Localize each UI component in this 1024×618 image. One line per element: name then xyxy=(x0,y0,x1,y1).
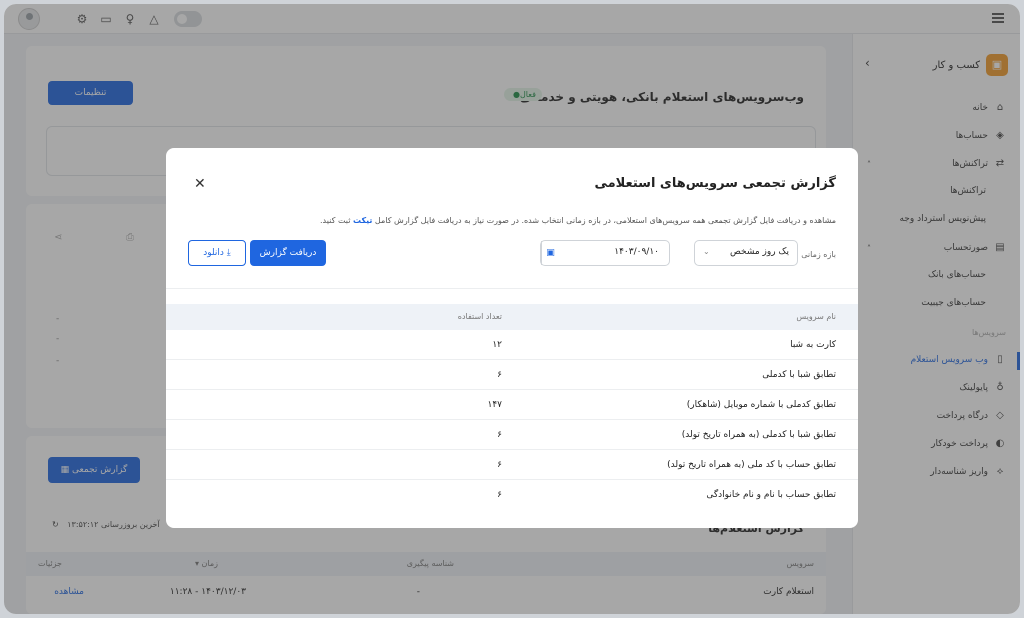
date-input[interactable]: ۱۴۰۳/۰۹/۱۰ ▣ xyxy=(540,240,670,266)
ticket-link[interactable]: تیکت xyxy=(353,216,372,225)
close-icon[interactable]: ✕ xyxy=(194,176,206,192)
get-report-button[interactable]: دریافت گزارش xyxy=(250,240,326,266)
modal-table-header: نام سرویس تعداد استفاده xyxy=(166,304,858,330)
download-icon: ⤓ xyxy=(223,248,231,258)
table-row: تطابق حساب با نام و نام خانوادگی ۶ xyxy=(497,490,836,500)
col-usage-count: تعداد استفاده xyxy=(457,312,502,321)
modal-description: مشاهده و دریافت فایل گزارش تجمعی همه سرو… xyxy=(320,216,836,225)
table-row: تطابق کدملی با شماره موبایل (شاهکار) ۱۴۷ xyxy=(166,390,858,420)
aggregate-report-modal: گزارش تجمعی سرویس‌های استعلامی ✕ مشاهده … xyxy=(166,148,858,528)
table-row: تطابق شبا با کدملی ۶ xyxy=(166,360,858,390)
chevron-down-icon: ⌄ xyxy=(703,247,710,256)
table-row: کارت به شبا ۱۲ xyxy=(166,330,858,360)
download-button[interactable]: ⤓ دانلود xyxy=(188,240,246,266)
modal-title: گزارش تجمعی سرویس‌های استعلامی xyxy=(594,176,836,191)
divider xyxy=(166,288,858,289)
table-row: تطابق حساب با کد ملی (به همراه تاریخ تول… xyxy=(166,450,858,480)
table-row: تطابق شبا با کدملی (به همراه تاریخ تولد)… xyxy=(166,420,858,450)
app-window: ⚙ ▭ ♀ △ تنظیمات وب‌سرویس‌های استعلام بان… xyxy=(4,4,1020,614)
range-label: بازه زمانی xyxy=(801,250,836,259)
range-select[interactable]: یک روز مشخص ⌄ xyxy=(694,240,798,266)
calendar-icon[interactable]: ▣ xyxy=(541,241,559,265)
col-service-name: نام سرویس xyxy=(796,312,836,321)
